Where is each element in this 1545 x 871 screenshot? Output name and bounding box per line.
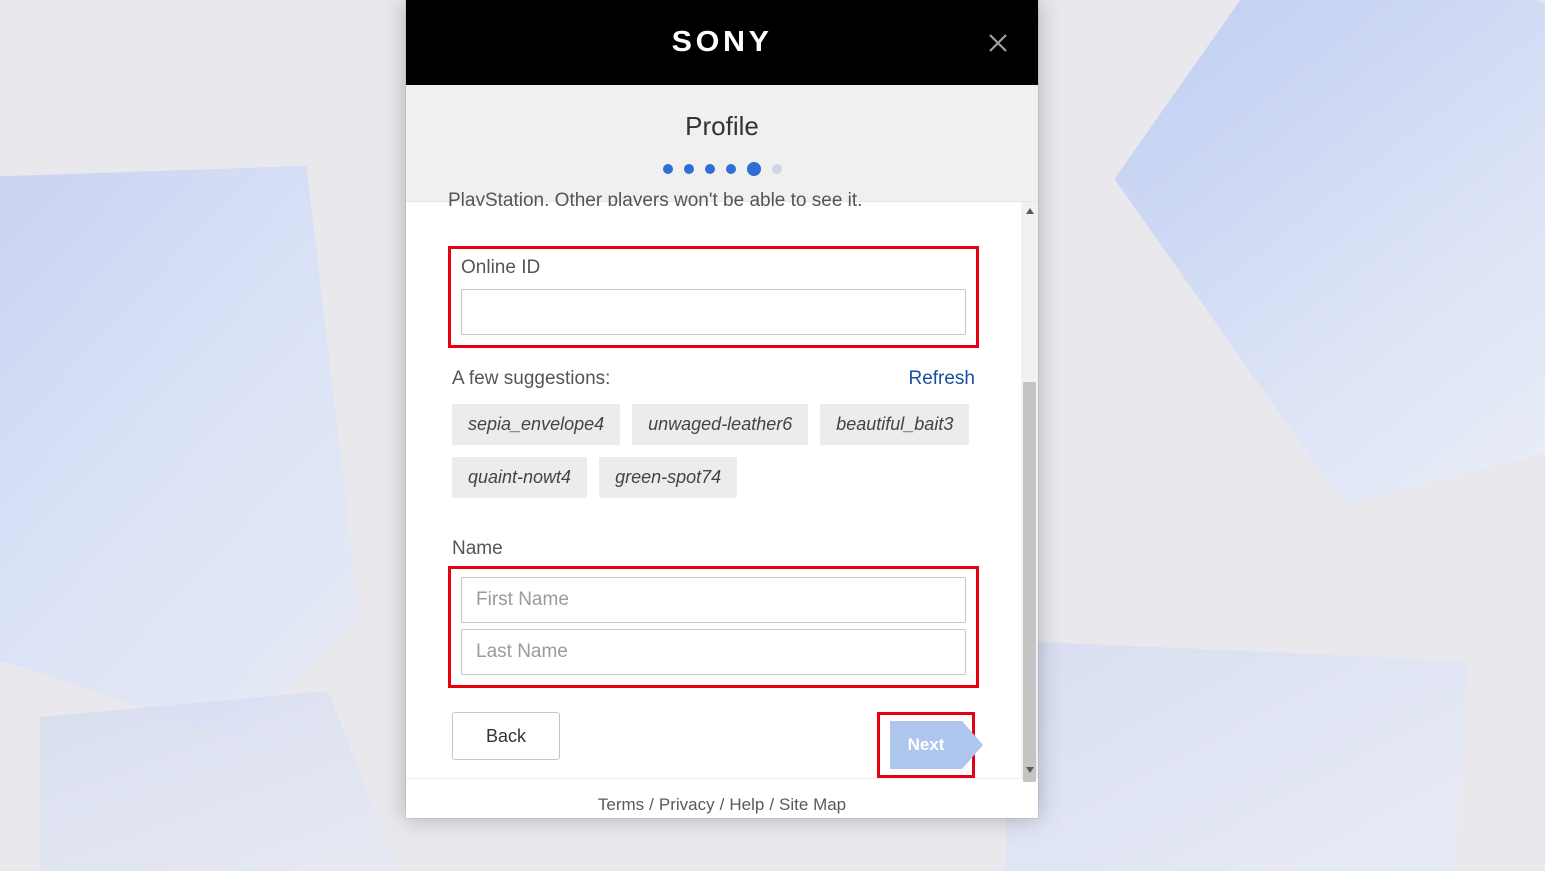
- truncated-description: PlayStation. Other players won't be able…: [448, 190, 979, 206]
- suggestion-chip[interactable]: unwaged-leather6: [632, 404, 808, 445]
- first-name-input[interactable]: [461, 577, 966, 623]
- progress-dot: [747, 162, 761, 176]
- modal-subheader: Profile: [406, 85, 1038, 202]
- content-area: PlayStation. Other players won't be able…: [406, 202, 1038, 778]
- name-label: Name: [448, 538, 979, 560]
- scroll-content: PlayStation. Other players won't be able…: [406, 202, 1021, 778]
- progress-dots: [663, 162, 782, 176]
- progress-dot: [705, 164, 715, 174]
- scroll-up-arrow-icon[interactable]: [1021, 202, 1038, 219]
- close-button[interactable]: [982, 27, 1014, 59]
- close-icon: [986, 31, 1010, 55]
- online-id-input[interactable]: [461, 289, 966, 335]
- next-button[interactable]: Next: [890, 721, 962, 769]
- profile-modal: SONY Profile PlayStation. Other players …: [406, 0, 1038, 818]
- scroll-down-arrow-icon[interactable]: [1021, 761, 1038, 778]
- suggestions-label: A few suggestions:: [452, 368, 610, 390]
- suggestion-chips: sepia_envelope4 unwaged-leather6 beautiful…: [448, 404, 979, 498]
- suggestion-chip[interactable]: sepia_envelope4: [452, 404, 620, 445]
- modal-header: SONY: [406, 0, 1038, 85]
- name-section: [448, 566, 979, 688]
- suggestion-chip[interactable]: green-spot74: [599, 457, 737, 498]
- last-name-input[interactable]: [461, 629, 966, 675]
- next-button-highlight: Next: [877, 712, 975, 778]
- sony-logo: SONY: [672, 26, 773, 59]
- online-id-section: Online ID: [448, 246, 979, 348]
- suggestion-chip[interactable]: beautiful_bait3: [820, 404, 969, 445]
- suggestion-chip[interactable]: quaint-nowt4: [452, 457, 587, 498]
- nav-buttons: Back Next: [448, 712, 979, 778]
- online-id-label: Online ID: [461, 257, 966, 279]
- footer-privacy-link[interactable]: Privacy: [654, 795, 720, 815]
- vertical-scrollbar[interactable]: [1021, 202, 1038, 778]
- progress-dot: [772, 164, 782, 174]
- page-title: Profile: [685, 111, 759, 142]
- progress-dot: [663, 164, 673, 174]
- footer-links: Terms / Privacy / Help / Site Map: [406, 778, 1038, 830]
- scroll-thumb[interactable]: [1023, 382, 1036, 782]
- footer-sitemap-link[interactable]: Site Map: [774, 795, 851, 815]
- refresh-suggestions-link[interactable]: Refresh: [908, 368, 975, 390]
- progress-dot: [726, 164, 736, 174]
- progress-dot: [684, 164, 694, 174]
- footer-terms-link[interactable]: Terms: [593, 795, 649, 815]
- suggestions-header: A few suggestions: Refresh: [448, 368, 979, 390]
- footer-help-link[interactable]: Help: [724, 795, 769, 815]
- back-button[interactable]: Back: [452, 712, 560, 760]
